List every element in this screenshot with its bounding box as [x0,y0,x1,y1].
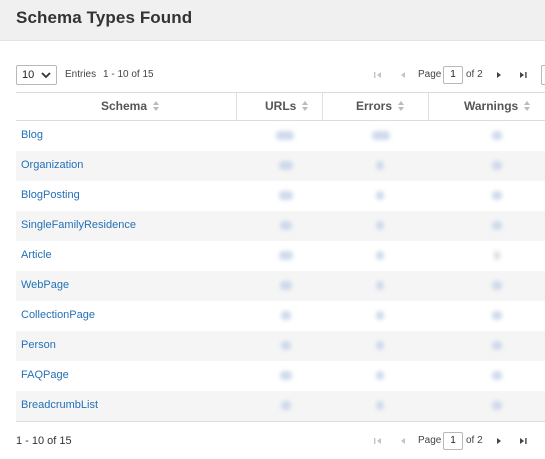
schema-link[interactable]: WebPage [21,279,69,291]
page-size-select[interactable]: 10 [16,65,57,85]
table-row: Organization [16,151,545,181]
page-count: of 2 [466,435,483,446]
warnings-count [494,251,500,260]
bottom-pager: 1 - 10 of 15 Page 1 of 2 [0,431,545,453]
chevron-down-icon [41,72,51,79]
schema-link[interactable]: Organization [21,159,83,171]
first-page-button[interactable] [371,434,385,448]
errors-count [376,311,384,320]
next-page-button[interactable] [492,434,506,448]
column-header-warnings[interactable]: Warnings [464,93,531,120]
warnings-count [492,161,502,170]
schema-link[interactable]: Blog [21,129,43,141]
errors-count [376,191,384,200]
errors-count [372,131,390,140]
page-label: Page [418,435,442,446]
errors-count [376,371,384,380]
urls-count [280,221,292,230]
sort-icon [302,100,309,111]
warnings-count [492,191,502,200]
chevron-left-icon [401,72,405,78]
table-bottom-border [16,421,545,422]
page-title: Schema Types Found [16,8,193,27]
column-divider [236,93,237,120]
chevron-right-icon [497,72,501,78]
schema-link[interactable]: BreadcrumbList [21,399,98,411]
column-header-urls[interactable]: URLs [265,93,309,120]
sort-icon [524,100,531,111]
last-page-icon [520,72,527,78]
schema-table: Schema URLs Errors Warnings Blog Organiz… [16,92,545,422]
page-size-value: 10 [22,69,35,81]
warnings-count [492,281,502,290]
errors-count [376,251,384,260]
warnings-count [492,131,502,140]
table-row: Blog [16,121,545,151]
chevron-left-icon [401,438,405,444]
errors-count [376,401,384,410]
schema-link[interactable]: Article [21,249,52,261]
urls-count [279,161,293,170]
table-row: Article [16,241,545,271]
errors-count [376,341,384,350]
column-divider [428,93,429,120]
table-header: Schema URLs Errors Warnings [16,92,545,121]
table-row: CollectionPage [16,301,545,331]
warnings-count [492,371,502,380]
schema-link[interactable]: FAQPage [21,369,69,381]
urls-count [280,371,292,380]
first-page-icon [374,438,381,444]
urls-count [281,401,291,410]
page-number-input[interactable]: 1 [443,66,463,84]
urls-count [281,341,291,350]
urls-count [276,131,294,140]
top-pager: 10 Entries 1 - 10 of 15 Page 1 of 2 [0,65,545,87]
prev-page-button[interactable] [396,68,410,82]
errors-count [376,221,384,230]
warnings-count [492,311,502,320]
urls-count [279,191,293,200]
schema-link[interactable]: BlogPosting [21,189,80,201]
table-row: SingleFamilyResidence [16,211,545,241]
urls-count [281,311,291,320]
schema-link[interactable]: SingleFamilyResidence [21,219,136,231]
entries-label: Entries [65,69,97,80]
first-page-icon [374,72,381,78]
first-page-button[interactable] [371,68,385,82]
overflow-control[interactable] [541,65,545,85]
range-summary: 1 - 10 of 15 [16,435,72,447]
page-label: Page [418,69,442,80]
chevron-right-icon [497,438,501,444]
range-summary: 1 - 10 of 15 [103,69,154,80]
last-page-button[interactable] [516,434,530,448]
column-divider [322,93,323,120]
table-row: Person [16,331,545,361]
warnings-count [492,401,502,410]
urls-count [279,251,293,260]
last-page-button[interactable] [516,68,530,82]
warnings-count [492,341,502,350]
errors-count [376,281,384,290]
warnings-count [492,221,502,230]
table-row: FAQPage [16,361,545,391]
column-header-schema[interactable]: Schema [101,93,160,120]
last-page-icon [520,438,527,444]
schema-link[interactable]: Person [21,339,56,351]
table-row: BreadcrumbList [16,391,545,421]
prev-page-button[interactable] [396,434,410,448]
urls-count [280,281,292,290]
table-row: WebPage [16,271,545,301]
page-count: of 2 [466,69,483,80]
table-row: BlogPosting [16,181,545,211]
column-header-errors[interactable]: Errors [356,93,405,120]
sort-icon [398,100,405,111]
panel-header: Schema Types Found [0,0,545,41]
schema-link[interactable]: CollectionPage [21,309,95,321]
next-page-button[interactable] [492,68,506,82]
errors-count [376,161,384,170]
sort-icon [153,100,160,111]
page-number-input[interactable]: 1 [443,432,463,450]
